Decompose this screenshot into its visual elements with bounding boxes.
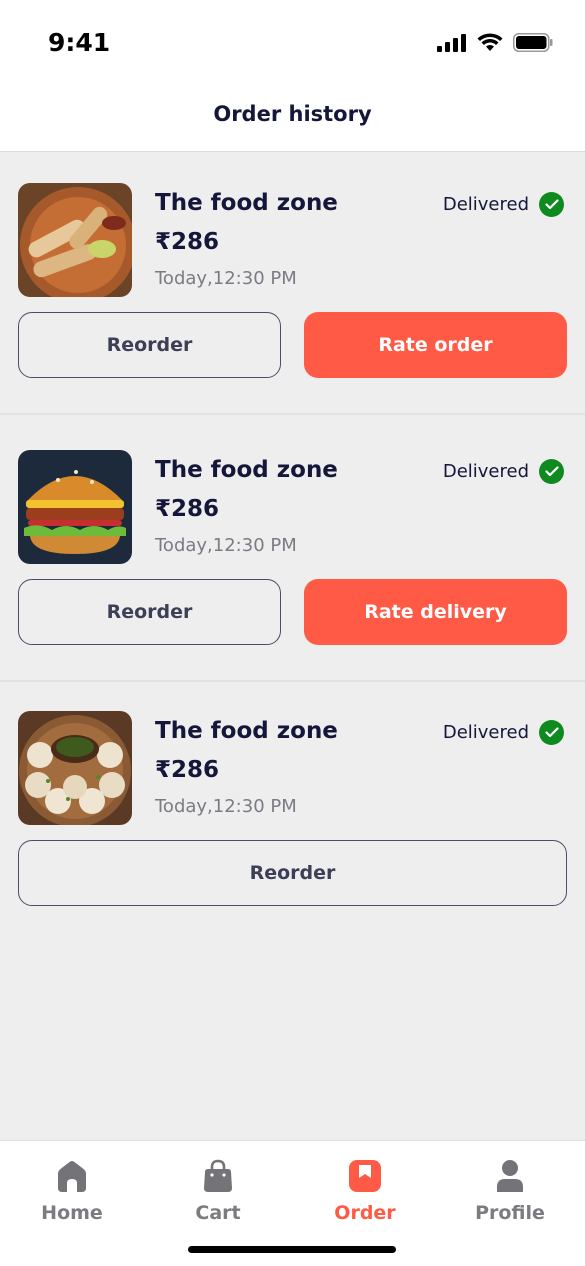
burger-food-image <box>18 450 132 564</box>
signal-icon <box>437 33 466 52</box>
rolls-food-image <box>18 183 132 297</box>
order-time: Today,12:30 PM <box>155 796 297 817</box>
home-icon <box>58 1161 86 1192</box>
check-icon <box>539 459 564 484</box>
status-badge: Delivered <box>443 459 564 484</box>
status-label: Delivered <box>442 194 529 215</box>
momos-food-image <box>18 711 132 825</box>
status-label: Delivered <box>442 722 529 743</box>
order-price: ₹286 <box>155 757 220 783</box>
nav-item-profile[interactable]: Profile <box>450 1159 570 1224</box>
header: Order history <box>0 86 585 152</box>
wifi-icon <box>477 33 503 51</box>
rate-delivery-button[interactable]: Rate delivery <box>304 579 567 645</box>
divider <box>0 680 585 682</box>
restaurant-name: The food zone <box>155 457 338 483</box>
restaurant-name: The food zone <box>155 718 338 744</box>
order-time: Today,12:30 PM <box>155 535 297 556</box>
bookmark-icon <box>349 1160 381 1192</box>
order-price: ₹286 <box>155 496 220 522</box>
status-bar: 9:41 <box>0 0 585 86</box>
page-title: Order history <box>213 102 372 126</box>
reorder-button[interactable]: Reorder <box>18 840 567 906</box>
nav-label: Home <box>41 1202 103 1224</box>
status-badge: Delivered <box>443 192 564 217</box>
status-time: 9:41 <box>48 28 111 57</box>
status-badge: Delivered <box>443 720 564 745</box>
home-indicator <box>188 1246 396 1253</box>
nav-label: Cart <box>195 1202 241 1224</box>
order-time: Today,12:30 PM <box>155 268 297 289</box>
order-price: ₹286 <box>155 229 220 255</box>
status-icons <box>437 33 553 52</box>
status-label: Delivered <box>442 461 529 482</box>
nav-label: Order <box>334 1202 396 1224</box>
nav-label: Profile <box>475 1202 545 1224</box>
reorder-button[interactable]: Reorder <box>18 579 281 645</box>
divider <box>0 413 585 415</box>
nav-item-cart[interactable]: Cart <box>158 1159 278 1224</box>
nav-item-order[interactable]: Order <box>305 1159 425 1224</box>
person-icon <box>497 1160 523 1192</box>
check-icon <box>539 720 564 745</box>
rate-order-button[interactable]: Rate order <box>304 312 567 378</box>
check-icon <box>539 192 564 217</box>
battery-icon <box>513 33 553 52</box>
restaurant-name: The food zone <box>155 190 338 216</box>
nav-item-home[interactable]: Home <box>12 1159 132 1224</box>
bag-icon <box>204 1159 232 1192</box>
reorder-button[interactable]: Reorder <box>18 312 281 378</box>
